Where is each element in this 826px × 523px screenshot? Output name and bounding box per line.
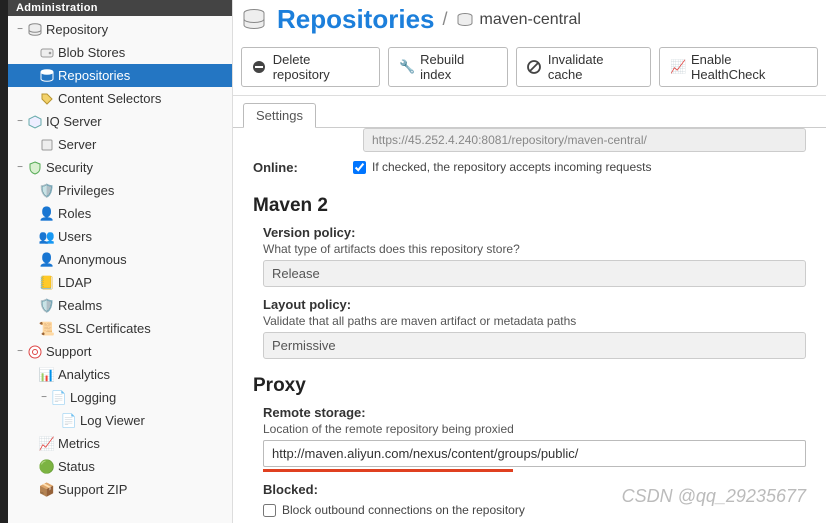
remote-storage-input[interactable] [263, 440, 806, 467]
hex-icon [26, 115, 44, 129]
online-hint: If checked, the repository accepts incom… [372, 160, 651, 174]
sidebar-item-blob-stores[interactable]: Blob Stores [8, 41, 232, 64]
doc-icon: 📄 [50, 390, 68, 406]
file-icon: 📄 [60, 413, 78, 429]
sidebar-item-analytics[interactable]: 📊Analytics [8, 363, 232, 386]
collapse-icon: − [38, 392, 50, 403]
sidebar-item-support-zip[interactable]: 📦Support ZIP [8, 478, 232, 501]
page-title[interactable]: Repositories [277, 4, 435, 35]
database-icon [241, 8, 269, 32]
sidebar-item-content-selectors[interactable]: Content Selectors [8, 87, 232, 110]
shield-icon [26, 161, 44, 175]
chart-icon: 📊 [38, 367, 56, 383]
chart-line-icon: 📈 [670, 59, 685, 75]
database-icon [26, 23, 44, 37]
server-icon [38, 138, 56, 152]
label: Content Selectors [56, 91, 161, 106]
nav-tree: − Repository Blob Stores Repositories Co… [8, 16, 232, 501]
blocked-hint: Block outbound connections on the reposi… [282, 503, 525, 517]
tab-settings[interactable]: Settings [243, 103, 316, 128]
breadcrumb: Repositories / maven-central [233, 0, 826, 43]
sidebar-item-repositories[interactable]: Repositories [8, 64, 232, 87]
label: Server [56, 137, 96, 152]
layout-policy-select[interactable]: Permissive [263, 332, 806, 359]
sidebar-item-iq[interactable]: − IQ Server [8, 110, 232, 133]
label: Repositories [56, 68, 130, 83]
online-label: Online: [253, 160, 353, 175]
breadcrumb-current: maven-central [456, 11, 581, 29]
sidebar-item-log-viewer[interactable]: 📄Log Viewer [8, 409, 232, 432]
sidebar-item-roles[interactable]: 👤Roles [8, 202, 232, 225]
badge-icon: 🛡️ [38, 183, 56, 199]
collapse-icon: − [14, 24, 26, 35]
lifebuoy-icon [26, 345, 44, 359]
maven-section-title: Maven 2 [253, 195, 806, 217]
online-checkbox[interactable] [353, 161, 366, 174]
remote-storage-label: Remote storage: [263, 405, 806, 420]
disk-icon [38, 46, 56, 60]
healthcheck-button[interactable]: 📈Enable HealthCheck [659, 47, 818, 87]
status-icon: 🟢 [38, 459, 56, 475]
version-policy-select[interactable]: Release [263, 260, 806, 287]
sidebar-item-server[interactable]: Server [8, 133, 232, 156]
sidebar-item-status[interactable]: 🟢Status [8, 455, 232, 478]
proxy-section-title: Proxy [253, 375, 806, 397]
highlight-underline [263, 469, 513, 472]
sidebar-item-anonymous[interactable]: 👤Anonymous [8, 248, 232, 271]
admin-header: Administration [8, 0, 232, 16]
collapse-icon: − [14, 116, 26, 127]
version-policy-hint: What type of artifacts does this reposit… [263, 242, 806, 256]
label: IQ Server [44, 114, 102, 129]
remote-storage-hint: Location of the remote repository being … [263, 422, 806, 436]
label: Security [44, 160, 93, 175]
invalidate-button[interactable]: Invalidate cache [516, 47, 651, 87]
sidebar-item-logging[interactable]: −📄Logging [8, 386, 232, 409]
label: Blob Stores [56, 45, 125, 60]
shield-icon: 🛡️ [38, 298, 56, 314]
minus-circle-icon [252, 60, 267, 74]
ban-icon [527, 60, 542, 74]
sidebar: Administration − Repository Blob Stores … [8, 0, 233, 523]
collapse-icon: − [14, 162, 26, 173]
label: Repository [44, 22, 108, 37]
form-content: https://45.252.4.240:8081/repository/mav… [233, 128, 826, 523]
sidebar-item-ssl[interactable]: 📜SSL Certificates [8, 317, 232, 340]
sidebar-item-users[interactable]: 👥Users [8, 225, 232, 248]
layout-policy-hint: Validate that all paths are maven artifa… [263, 314, 806, 328]
sidebar-item-repository[interactable]: − Repository [8, 18, 232, 41]
version-policy-label: Version policy: [263, 225, 806, 240]
people-icon: 👥 [38, 229, 56, 245]
sidebar-item-realms[interactable]: 🛡️Realms [8, 294, 232, 317]
url-display: https://45.252.4.240:8081/repository/mav… [363, 128, 806, 152]
collapse-icon: − [14, 346, 26, 357]
zip-icon: 📦 [38, 482, 56, 498]
book-icon: 📒 [38, 275, 56, 291]
blocked-label: Blocked: [263, 482, 806, 497]
database-icon [456, 12, 474, 28]
layout-policy-label: Layout policy: [263, 297, 806, 312]
sidebar-item-support[interactable]: − Support [8, 340, 232, 363]
toolbar: Delete repository 🔧Rebuild index Invalid… [233, 43, 826, 96]
gauge-icon: 📈 [38, 436, 56, 452]
sidebar-item-ldap[interactable]: 📒LDAP [8, 271, 232, 294]
database-icon [38, 69, 56, 83]
breadcrumb-separator: / [443, 9, 448, 30]
sidebar-item-metrics[interactable]: 📈Metrics [8, 432, 232, 455]
rebuild-button[interactable]: 🔧Rebuild index [388, 47, 508, 87]
person-icon: 👤 [38, 206, 56, 222]
cert-icon: 📜 [38, 321, 56, 337]
main-panel: Repositories / maven-central Delete repo… [233, 0, 826, 523]
delete-button[interactable]: Delete repository [241, 47, 380, 87]
anon-icon: 👤 [38, 252, 56, 268]
wrench-icon: 🔧 [399, 59, 414, 75]
tag-icon [38, 92, 56, 106]
blocked-checkbox[interactable] [263, 504, 276, 517]
sidebar-item-security[interactable]: − Security [8, 156, 232, 179]
sidebar-item-privileges[interactable]: 🛡️Privileges [8, 179, 232, 202]
tab-bar: Settings [233, 96, 826, 128]
